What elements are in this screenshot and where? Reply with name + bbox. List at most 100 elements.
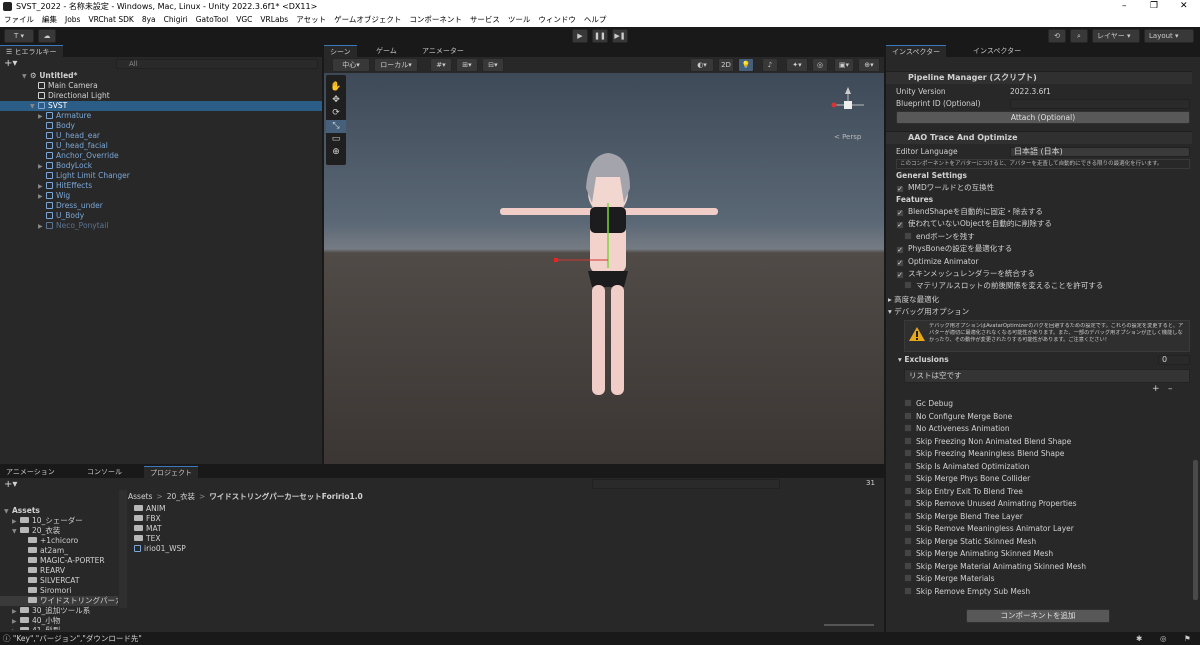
file-item[interactable]: TEX [134, 534, 160, 544]
menu-item[interactable]: ヘルプ [580, 13, 611, 27]
checkbox[interactable] [904, 399, 912, 407]
project-tree-item[interactable]: ワイドストリングパーカーセッ [0, 596, 118, 606]
minimize-button[interactable]: – [1122, 0, 1127, 13]
bug-icon[interactable]: ✱ [1136, 632, 1142, 645]
close-button[interactable]: ✕ [1180, 0, 1188, 13]
project-add-icon[interactable]: +▾ [4, 479, 17, 490]
checkbox[interactable] [904, 281, 912, 290]
advanced-foldout[interactable]: ▸ 高度な最適化 [888, 294, 939, 306]
project-tree-item[interactable]: REARV [0, 566, 118, 576]
lighting-icon[interactable]: 💡 [738, 58, 754, 72]
checkbox[interactable] [904, 424, 912, 432]
scene-root[interactable]: ▼ ⚙ Untitled* [22, 71, 77, 81]
debug-option-toggle[interactable]: Skip Remove Empty Sub Mesh [904, 586, 1030, 598]
tab-シーン[interactable]: シーン [324, 45, 357, 57]
orientation-gizmo[interactable] [828, 85, 868, 125]
checkbox[interactable] [904, 549, 912, 557]
debug-option-toggle[interactable]: Skip Freezing Meaningless Blend Shape [904, 448, 1064, 460]
checkbox[interactable]: ✓ [896, 246, 904, 255]
menu-item[interactable]: ゲームオブジェクト [330, 13, 405, 27]
expand-arrow-icon[interactable]: ▶ [38, 222, 46, 232]
editor-language-dropdown[interactable]: 日本語 (日本) [1010, 147, 1190, 157]
feature-toggle[interactable]: ✓ BlendShapeを自動的に固定・除去する [896, 206, 1043, 218]
hierarchy-item[interactable]: Body [0, 121, 322, 131]
tab-インスペクター[interactable]: インスペクター [886, 45, 947, 57]
checkbox[interactable]: ✓ [896, 221, 904, 230]
warning-status-icon[interactable]: ⚑ [1184, 632, 1191, 645]
menu-item[interactable]: 8ya [138, 13, 160, 27]
checkbox[interactable] [904, 474, 912, 482]
menu-item[interactable]: VGC [232, 13, 256, 27]
debug-option-toggle[interactable]: Skip Entry Exit To Blend Tree [904, 486, 1023, 498]
project-tree-item[interactable]: ▼ Assets [0, 506, 118, 516]
checkbox[interactable]: ✓ [896, 258, 904, 267]
tab-プロジェクト[interactable]: プロジェクト [144, 466, 198, 478]
checkbox[interactable]: ✓ [896, 271, 904, 279]
inspector-scrollbar[interactable] [1193, 460, 1198, 600]
hierarchy-item[interactable]: ▶ Wig [0, 191, 322, 201]
feature-toggle[interactable]: ✓ Optimize Animator [896, 256, 979, 268]
layers-dropdown[interactable]: レイヤー ▾ [1092, 29, 1140, 43]
hierarchy-item[interactable]: ▶ Armature [0, 111, 322, 121]
scene-viewport[interactable]: < Persp ✋ ✥ ⟳ ⤡ ▭ ⊕ [324, 73, 884, 464]
menu-item[interactable]: コンポーネント [405, 13, 466, 27]
search-icon[interactable]: ⌕ [1070, 29, 1088, 43]
project-tree-item[interactable]: MAGIC-A-PORTER [0, 556, 118, 566]
hand-tool-icon[interactable]: ✋ [326, 81, 346, 94]
file-item[interactable]: FBX [134, 514, 161, 524]
menu-item[interactable]: ファイル [0, 13, 38, 27]
project-tree-item[interactable]: ▶ 10_シェーダー [0, 516, 118, 526]
checkbox[interactable] [904, 536, 912, 545]
tab-ゲーム[interactable]: ゲーム [370, 45, 403, 57]
debug-option-toggle[interactable]: No Activeness Animation [904, 423, 1010, 435]
feature-toggle[interactable]: マテリアルスロットの前後関係を変えることを許可する [904, 280, 1103, 292]
hierarchy-item[interactable]: U_Body [0, 211, 322, 221]
play-button[interactable]: ▶ [572, 29, 588, 43]
checkbox[interactable] [904, 586, 912, 595]
file-item[interactable]: irio01_WSP [134, 544, 186, 554]
scale-tool-icon[interactable]: ⤡ [326, 120, 346, 133]
debug-foldout[interactable]: ▾ デバッグ用オプション [888, 306, 969, 318]
pivot-dropdown[interactable]: 中心▾ [332, 58, 370, 72]
layout-dropdown[interactable]: Layout ▾ [1144, 29, 1194, 43]
checkbox[interactable] [904, 436, 912, 445]
debug-option-toggle[interactable]: Gc Debug [904, 398, 953, 410]
hierarchy-item[interactable]: Anchor_Override [0, 151, 322, 161]
transform-tool-icon[interactable]: ⊕ [326, 146, 346, 159]
attach-button[interactable]: Attach (Optional) [896, 111, 1190, 124]
hierarchy-item[interactable]: U_head_ear [0, 131, 322, 141]
hierarchy-item[interactable]: Directional Light [0, 91, 322, 101]
menu-item[interactable]: アセット [292, 13, 330, 27]
debug-option-toggle[interactable]: Skip Merge Materials [904, 573, 995, 585]
add-icon[interactable]: +▾ [4, 58, 17, 69]
tab-hierarchy[interactable]: ☰ ヒエラルキー [0, 45, 63, 57]
step-button[interactable]: ▶❚ [612, 29, 628, 43]
mmd-compat-toggle[interactable]: ✓ MMDワールドとの互換性 [896, 182, 994, 194]
hierarchy-item[interactable]: ▶ BodyLock [0, 161, 322, 171]
rect-tool-icon[interactable]: ▭ [326, 133, 346, 146]
feature-toggle[interactable]: ✓ PhysBoneの設定を最適化する [896, 243, 1012, 255]
menu-item[interactable]: サービス [466, 13, 504, 27]
maximize-button[interactable]: ❐ [1150, 0, 1158, 13]
space-dropdown[interactable]: ローカル▾ [374, 58, 418, 72]
tab-アニメーター[interactable]: アニメーター [416, 45, 470, 57]
aao-header[interactable]: AAO Trace And Optimize [886, 131, 1192, 144]
list-remove-button[interactable]: – [1168, 384, 1173, 394]
exclusions-foldout[interactable]: ▾ Exclusions [898, 354, 949, 366]
pipeline-manager-header[interactable]: Pipeline Manager (スクリプト) [886, 71, 1192, 84]
project-search-input[interactable] [592, 479, 780, 489]
gizmos-icon[interactable]: ⊕▾ [858, 58, 880, 72]
checkbox[interactable] [904, 461, 912, 470]
debug-option-toggle[interactable]: Skip Merge Animating Skinned Mesh [904, 548, 1053, 560]
project-tree-item[interactable]: Siromori [0, 586, 118, 596]
menu-item[interactable]: Jobs [61, 13, 84, 27]
globe-icon[interactable]: ◎ [1160, 632, 1167, 645]
menu-item[interactable]: ウィンドウ [534, 13, 580, 27]
draw-mode-icon[interactable]: ◐▾ [690, 58, 714, 72]
hierarchy-item[interactable]: U_head_facial [0, 141, 322, 151]
rotate-tool-icon[interactable]: ⟳ [326, 107, 346, 120]
checkbox[interactable] [904, 486, 912, 495]
menu-item[interactable]: Chigiri [160, 13, 192, 27]
account-button[interactable]: T ▾ [4, 29, 34, 43]
checkbox[interactable] [904, 411, 912, 420]
